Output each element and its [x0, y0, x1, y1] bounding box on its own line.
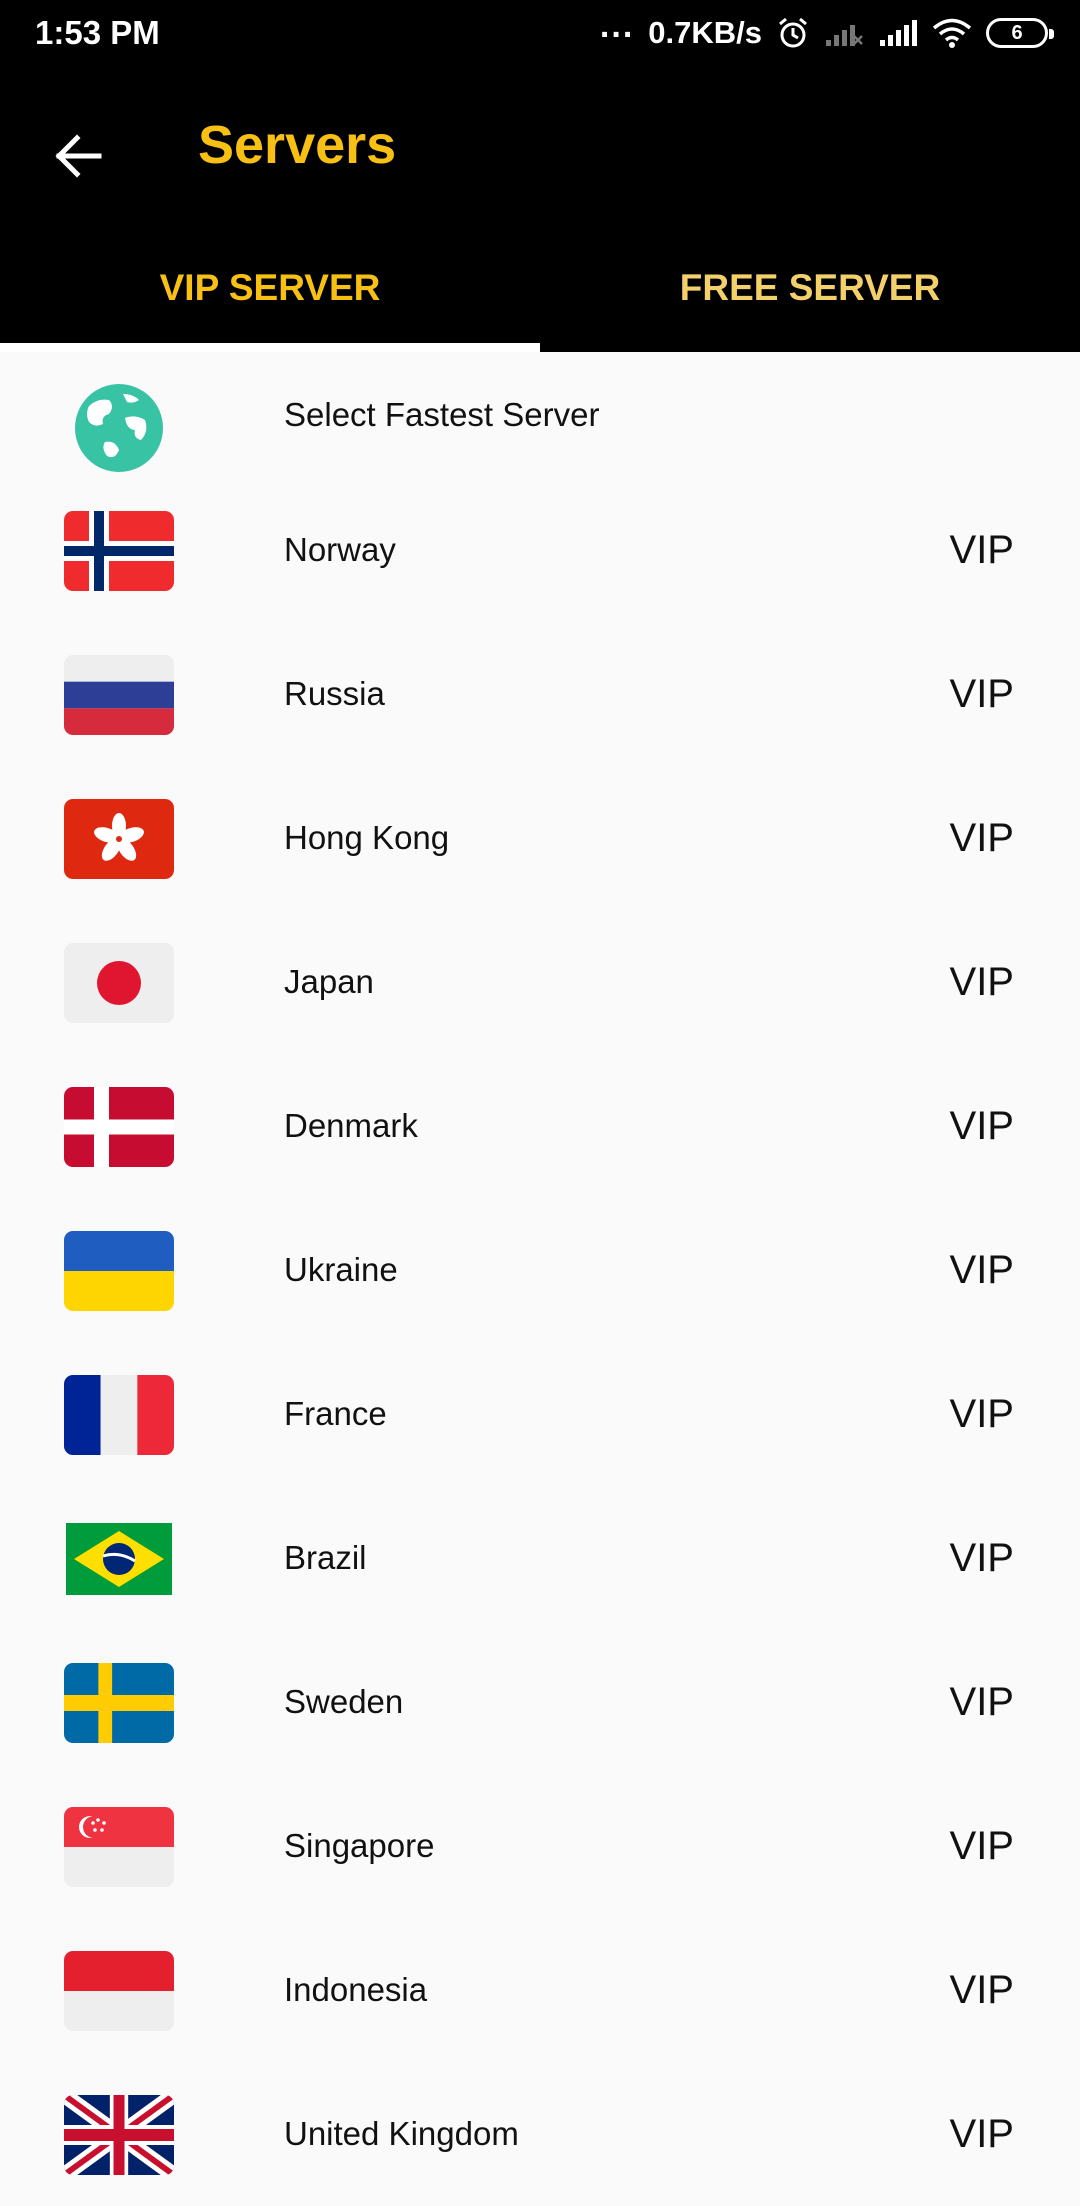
- tab-indicator: [0, 343, 540, 352]
- flag-ukraine-icon: [64, 1231, 174, 1311]
- flag-russia-icon: [64, 655, 174, 735]
- server-tabs: VIP SERVER FREE SERVER: [0, 224, 1080, 352]
- flag-japan-icon: [64, 943, 174, 1023]
- status-time: 1:53 PM: [35, 14, 160, 51]
- battery-icon: 6: [986, 18, 1054, 48]
- server-row-hong-kong[interactable]: Hong Kong VIP: [0, 766, 1080, 910]
- flag-hong-kong-icon: [64, 799, 174, 879]
- flag-indonesia-icon: [64, 1951, 174, 2031]
- flag-sweden-icon: [64, 1663, 174, 1743]
- server-tier-badge: VIP: [949, 815, 1014, 860]
- server-name: Singapore: [284, 1827, 435, 1864]
- server-row-united-kingdom[interactable]: United Kingdom VIP: [0, 2062, 1080, 2206]
- server-row-norway[interactable]: Norway VIP: [0, 478, 1080, 622]
- server-row-sweden[interactable]: Sweden VIP: [0, 1630, 1080, 1774]
- server-row-brazil[interactable]: Brazil VIP: [0, 1486, 1080, 1630]
- server-row-japan[interactable]: Japan VIP: [0, 910, 1080, 1054]
- server-row-singapore[interactable]: Singapore VIP: [0, 1774, 1080, 1918]
- globe-icon: [75, 384, 163, 472]
- server-tier-badge: VIP: [949, 1103, 1014, 1148]
- server-tier-badge: VIP: [949, 1535, 1014, 1580]
- tab-vip-server[interactable]: VIP SERVER: [0, 224, 540, 352]
- fastest-server-label: Select Fastest Server: [284, 396, 600, 433]
- server-name: Norway: [284, 531, 396, 568]
- server-tier-badge: VIP: [949, 1247, 1014, 1292]
- status-bar: 1:53 PM ... 0.7KB/s 6: [0, 0, 1080, 66]
- server-row-france[interactable]: France VIP: [0, 1342, 1080, 1486]
- flag-united-kingdom-icon: [64, 2095, 174, 2175]
- flag-brazil-icon: [66, 1523, 172, 1595]
- server-tier-badge: VIP: [949, 1823, 1014, 1868]
- server-list: Select Fastest Server Norway VIP Russia …: [0, 352, 1080, 2206]
- app-bar: Servers: [0, 66, 1080, 224]
- select-fastest-server-row[interactable]: Select Fastest Server: [0, 352, 1080, 478]
- server-name: Brazil: [284, 1539, 367, 1576]
- back-button[interactable]: [38, 116, 118, 196]
- status-icons: ... 0.7KB/s 6: [599, 7, 1054, 56]
- server-tier-badge: VIP: [949, 959, 1014, 1004]
- server-name: Ukraine: [284, 1251, 398, 1288]
- server-name: Hong Kong: [284, 819, 450, 856]
- flag-france-icon: [64, 1375, 174, 1455]
- server-name: Sweden: [284, 1683, 404, 1720]
- server-tier-badge: VIP: [949, 527, 1014, 572]
- server-tier-badge: VIP: [949, 2111, 1014, 2156]
- server-name: Russia: [284, 675, 385, 712]
- signal-icon: [880, 20, 917, 46]
- network-speed: 0.7KB/s: [648, 15, 762, 50]
- server-name: Denmark: [284, 1107, 418, 1144]
- server-row-russia[interactable]: Russia VIP: [0, 622, 1080, 766]
- server-tier-badge: VIP: [949, 1967, 1014, 2012]
- signal-none-icon: [826, 25, 863, 46]
- flag-denmark-icon: [64, 1087, 174, 1167]
- flag-singapore-icon: [64, 1807, 174, 1887]
- server-name: Indonesia: [284, 1971, 428, 2008]
- server-name: France: [284, 1395, 387, 1432]
- tab-free-server[interactable]: FREE SERVER: [540, 224, 1080, 352]
- server-name: United Kingdom: [284, 2115, 519, 2152]
- server-row-indonesia[interactable]: Indonesia VIP: [0, 1918, 1080, 2062]
- arrow-left-icon: [55, 134, 102, 178]
- server-tier-badge: VIP: [949, 1391, 1014, 1436]
- wifi-icon: [932, 18, 972, 48]
- server-tier-badge: VIP: [949, 1679, 1014, 1724]
- flag-norway-icon: [64, 511, 174, 591]
- server-tier-badge: VIP: [949, 671, 1014, 716]
- page-title: Servers: [198, 115, 397, 175]
- server-row-denmark[interactable]: Denmark VIP: [0, 1054, 1080, 1198]
- alarm-icon: [779, 17, 807, 48]
- more-notifications-icon: ...: [599, 7, 635, 45]
- server-row-ukraine[interactable]: Ukraine VIP: [0, 1198, 1080, 1342]
- server-name: Japan: [284, 963, 374, 1000]
